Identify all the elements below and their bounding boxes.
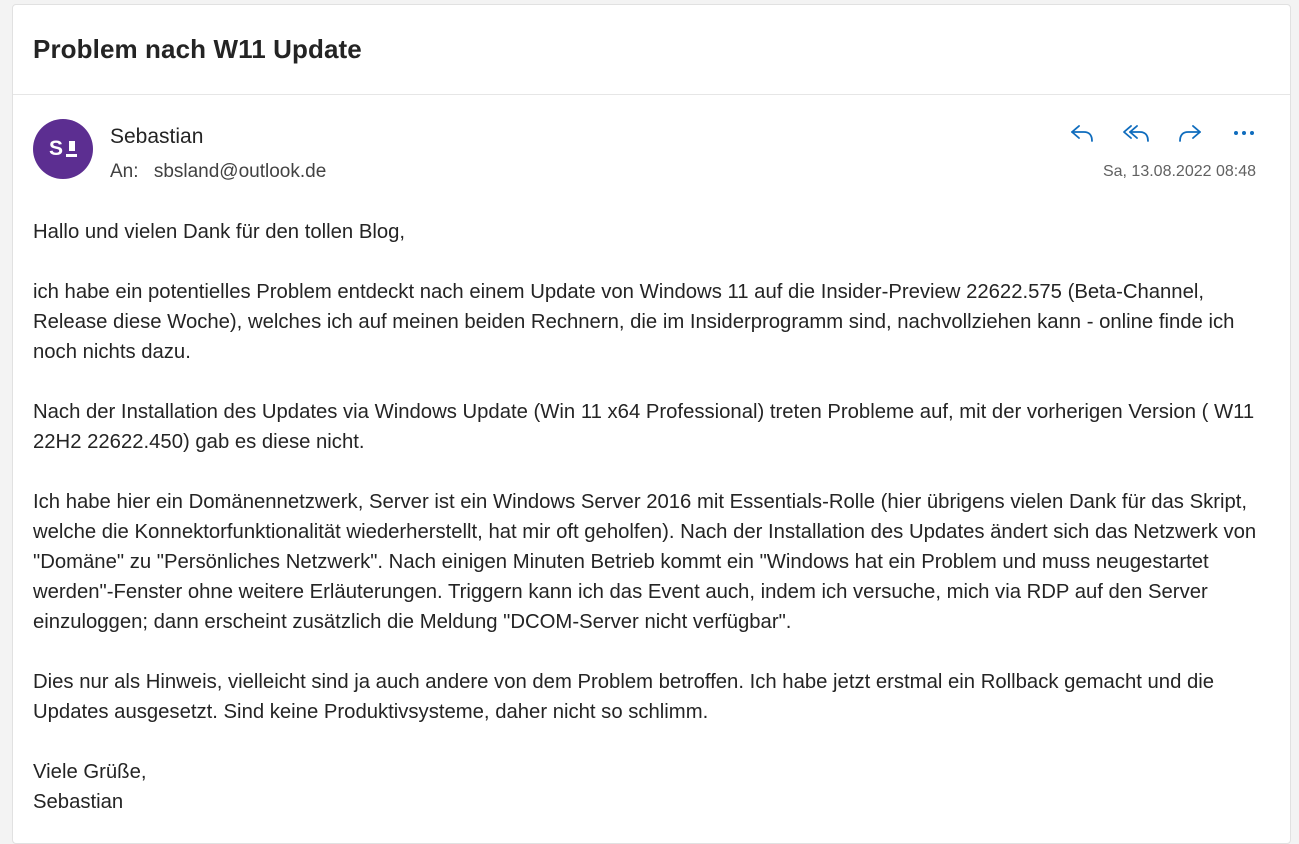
body-closing: Viele Grüße, Sebastian [33,757,1270,817]
body-paragraph: Ich habe hier ein Domänennetzwerk, Serve… [33,491,1257,633]
avatar-letter: S [48,137,63,160]
recipient-line: An: sbsland@outlook.de [110,161,326,183]
more-actions-button[interactable] [1228,119,1260,147]
reply-all-button[interactable] [1120,119,1152,147]
email-reading-pane: Problem nach W11 Update S Sebastian An: … [12,4,1291,844]
body-greeting: Hallo und vielen Dank für den tollen Blo… [33,221,406,243]
body-paragraph: Nach der Installation des Updates via Wi… [33,401,1255,453]
email-date: Sa, 13.08.2022 08:48 [1102,163,1256,180]
body-paragraph: Dies nur als Hinweis, vielleicht sind ja… [33,671,1215,723]
closing-line: Viele Grüße, [33,761,147,783]
reply-icon [1071,125,1093,142]
sender-name[interactable]: Sebastian [110,125,203,149]
email-body: Hallo und vielen Dank für den tollen Blo… [13,195,1290,817]
forward-button[interactable] [1174,119,1206,147]
reply-button[interactable] [1066,119,1098,147]
email-header: S Sebastian An: sbsland@outlook.de Sa, 1… [13,95,1290,195]
more-icon [1234,131,1254,135]
body-paragraph: ich habe ein potentielles Problem entdec… [33,281,1235,363]
reply-all-icon [1123,125,1149,142]
email-subject: Problem nach W11 Update [33,34,362,64]
closing-signature: Sebastian [33,791,124,813]
recipient-address[interactable]: sbsland@outlook.de [154,161,326,182]
message-actions [1066,119,1260,147]
avatar[interactable]: S [33,119,93,179]
subject-bar: Problem nach W11 Update [13,5,1290,95]
avatar-badge-icon [66,141,77,157]
to-label: An: [110,161,139,182]
forward-icon [1179,125,1201,142]
